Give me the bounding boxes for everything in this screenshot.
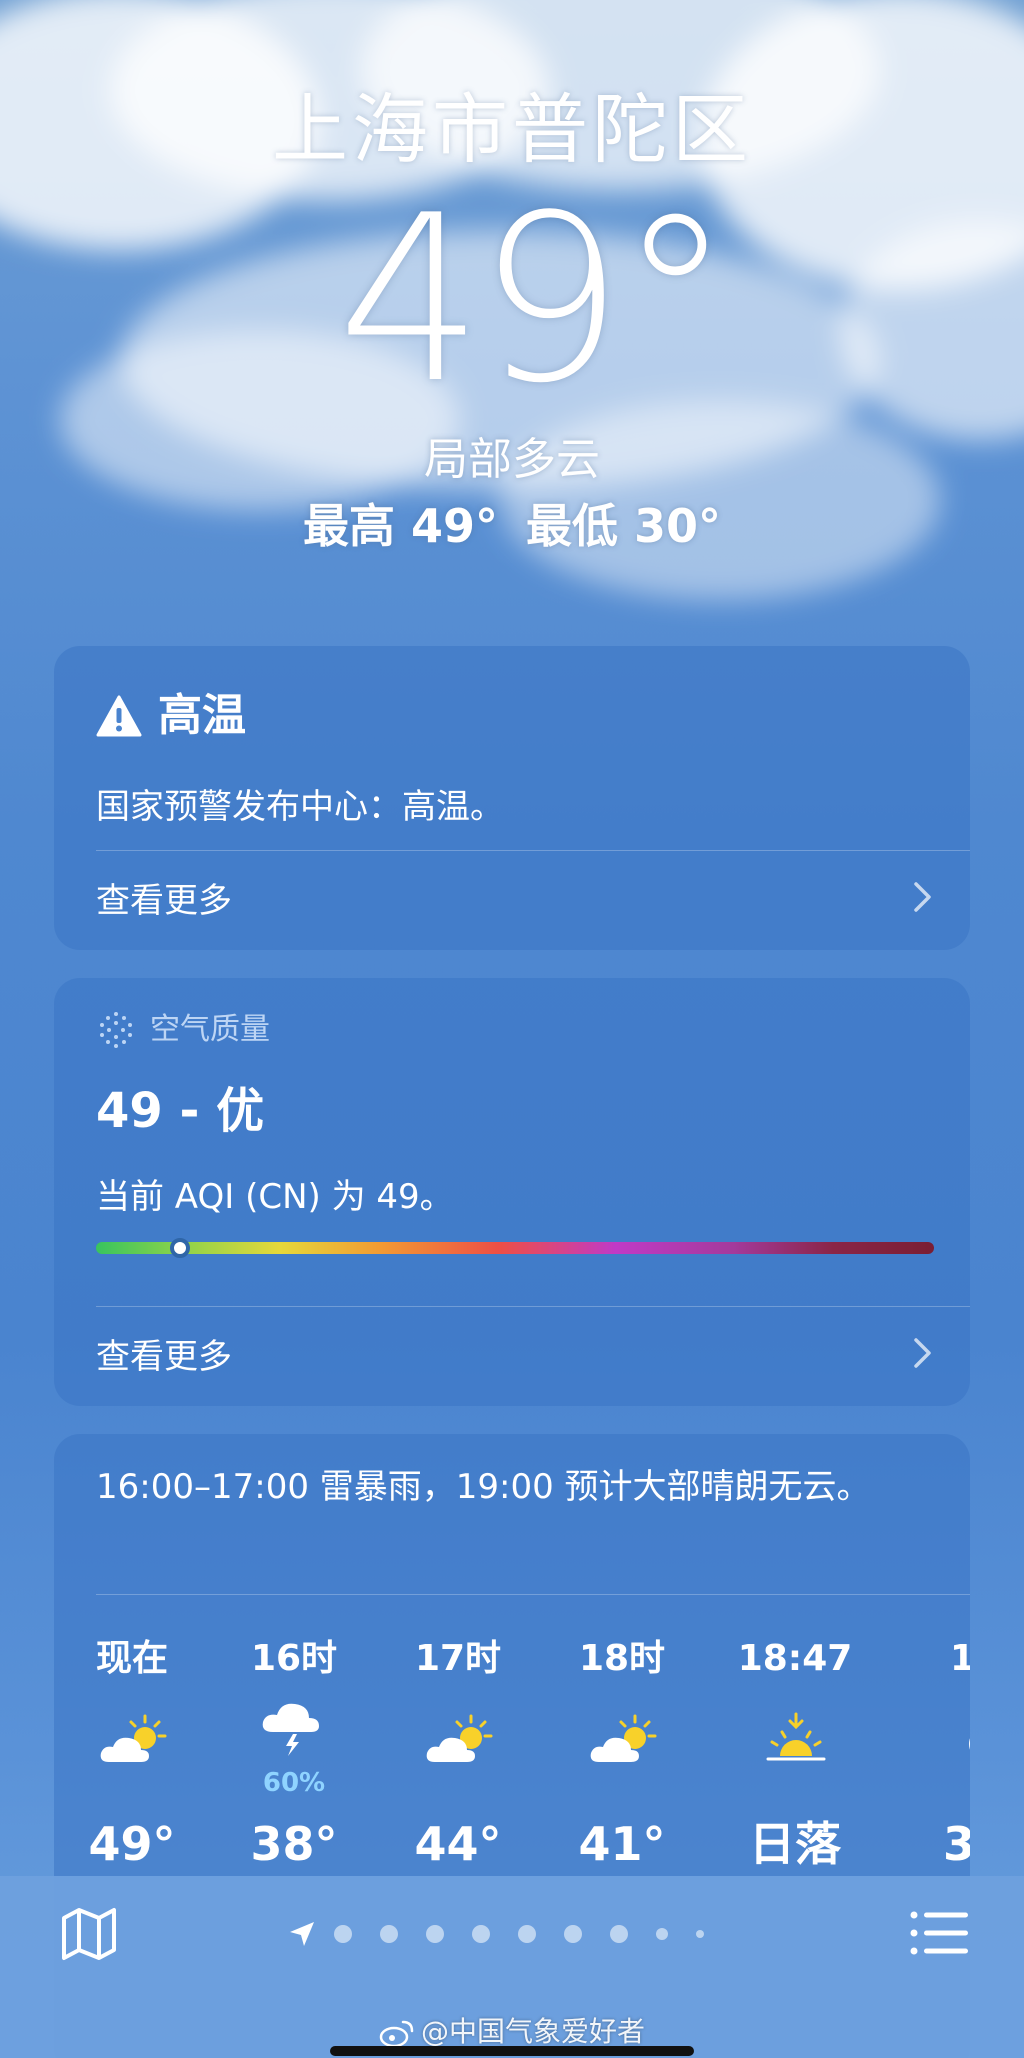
- aqi-scale-marker: [169, 1238, 190, 1258]
- hour-temperature: 38°: [250, 1817, 338, 1871]
- sunset-icon: [766, 1712, 826, 1761]
- divider: [96, 1306, 970, 1307]
- page-dot: [656, 1928, 668, 1940]
- aqi-value: 49 - 优: [96, 1083, 265, 1139]
- warning-icon: [96, 695, 142, 737]
- hour-label: 现在: [95, 1638, 168, 1679]
- hour-item: 现在 49°: [67, 1624, 197, 1874]
- aqi-scale-bar: [96, 1238, 934, 1258]
- aqi-more-label: 查看更多: [96, 1336, 232, 1377]
- hour-label: 17时: [414, 1638, 502, 1679]
- hour-temperature: 33: [942, 1817, 970, 1871]
- hour-item: 18时 41°: [557, 1624, 687, 1874]
- alert-more-label: 查看更多: [96, 880, 232, 921]
- aqi-description: 当前 AQI (CN) 为 49。: [96, 1177, 454, 1217]
- forecast-summary: 16:00–17:00 雷暴雨，19:00 预计大部晴朗无云。: [96, 1467, 871, 1507]
- watermark-text: @中国气象爱好者: [420, 2015, 645, 2048]
- high-temperature: 最高 49°: [302, 499, 498, 553]
- current-temperature: 49°: [337, 167, 733, 434]
- watermark: @中国气象爱好者: [0, 2010, 1024, 2050]
- moon-icon: [969, 1738, 970, 1750]
- hour-temperature: 41°: [578, 1817, 666, 1871]
- page-dot: [472, 1925, 490, 1943]
- page-indicator[interactable]: [288, 1918, 732, 1950]
- city-name: 上海市普陀区: [272, 85, 752, 174]
- alert-title: 高温: [96, 686, 246, 746]
- home-indicator[interactable]: [330, 2046, 694, 2056]
- chevron-right-icon: [914, 1338, 931, 1368]
- page-dot: [610, 1925, 628, 1943]
- page-dot: [334, 1925, 352, 1943]
- hour-label: 18:47: [737, 1638, 853, 1679]
- alert-title-text: 高温: [158, 690, 246, 741]
- hour-item: 17时 44°: [393, 1624, 523, 1874]
- map-icon[interactable]: [60, 1906, 118, 1962]
- hour-temperature: 44°: [414, 1817, 502, 1871]
- hour-temperature: 49°: [88, 1817, 176, 1871]
- partly-cloudy-icon: [590, 1714, 657, 1762]
- hour-temperature: 日落: [749, 1817, 841, 1871]
- precipitation-chance: 60%: [262, 1768, 326, 1798]
- air-quality-card[interactable]: 空气质量 49 - 优 当前 AQI (CN) 为 49。 查看更多: [54, 978, 970, 1406]
- hour-item: 18:47 日落: [730, 1624, 860, 1874]
- air-quality-icon: [100, 1012, 132, 1048]
- hour-item: 19 33: [910, 1624, 970, 1874]
- weather-header: 上海市普陀区 49° 局部多云 最高 49° 最低 30°: [0, 80, 1024, 558]
- air-quality-header: 空气质量: [96, 1002, 270, 1058]
- thunderstorm-icon: [262, 1703, 319, 1756]
- divider: [96, 850, 970, 851]
- partly-cloudy-icon: [426, 1714, 493, 1762]
- alert-body: 国家预警发布中心：高温。: [96, 787, 504, 827]
- page-dot: [380, 1925, 398, 1943]
- weather-condition: 局部多云: [424, 434, 600, 485]
- hour-item: 16时 60% 38°: [229, 1624, 359, 1874]
- hour-label: 19: [949, 1638, 970, 1679]
- hour-label: 18时: [578, 1638, 666, 1679]
- page-dot: [426, 1925, 444, 1943]
- low-temperature: 最低 30°: [526, 499, 722, 553]
- hour-label: 16时: [250, 1638, 338, 1679]
- weibo-icon: [379, 2020, 414, 2048]
- weather-alert-card[interactable]: 高温 国家预警发布中心：高温。 查看更多: [54, 646, 970, 950]
- hourly-forecast-list[interactable]: 现在 49° 16时 60% 38° 17时 44° 18时 41° 18:47…: [54, 1624, 970, 1904]
- page-dot: [518, 1925, 536, 1943]
- high-low-temperature: 最高 49° 最低 30°: [0, 494, 1024, 558]
- page-dot: [564, 1925, 582, 1943]
- list-icon[interactable]: [910, 1910, 968, 1956]
- location-arrow-icon: [290, 1922, 314, 1946]
- partly-cloudy-icon: [100, 1714, 167, 1762]
- chevron-right-icon: [914, 882, 931, 912]
- page-dot: [696, 1930, 704, 1938]
- aqi-more-button[interactable]: 查看更多: [96, 1308, 934, 1398]
- air-quality-label: 空气质量: [150, 1012, 270, 1047]
- divider: [96, 1594, 970, 1595]
- alert-more-button[interactable]: 查看更多: [96, 852, 934, 942]
